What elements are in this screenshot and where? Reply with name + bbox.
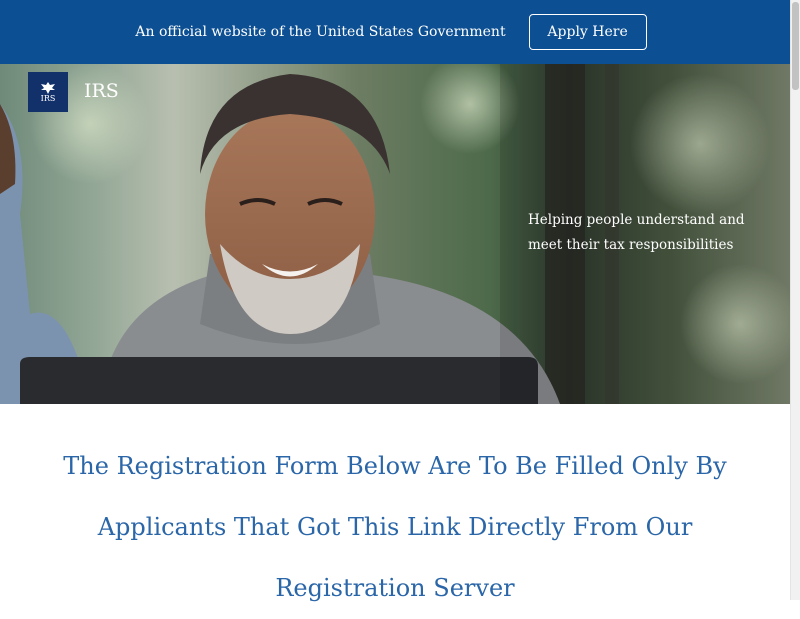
gov-banner-text: An official website of the United States…: [135, 24, 506, 40]
scrollbar-thumb[interactable]: [792, 2, 799, 90]
tagline-line-1: Helping people understand and: [528, 212, 745, 228]
hero-tagline: Helping people understand and meet their…: [528, 208, 758, 258]
tagline-line-2: meet their tax responsibilities: [528, 237, 734, 253]
logo-text: IRS: [40, 94, 56, 103]
irs-eagle-icon: [41, 82, 55, 94]
page-headline: The Registration Form Below Are To Be Fi…: [63, 452, 727, 602]
irs-logo[interactable]: IRS: [28, 72, 68, 112]
gov-banner: An official website of the United States…: [0, 0, 790, 64]
apply-button[interactable]: Apply Here: [528, 14, 647, 50]
scrollbar[interactable]: [790, 0, 800, 600]
brand-name[interactable]: IRS: [84, 80, 119, 102]
